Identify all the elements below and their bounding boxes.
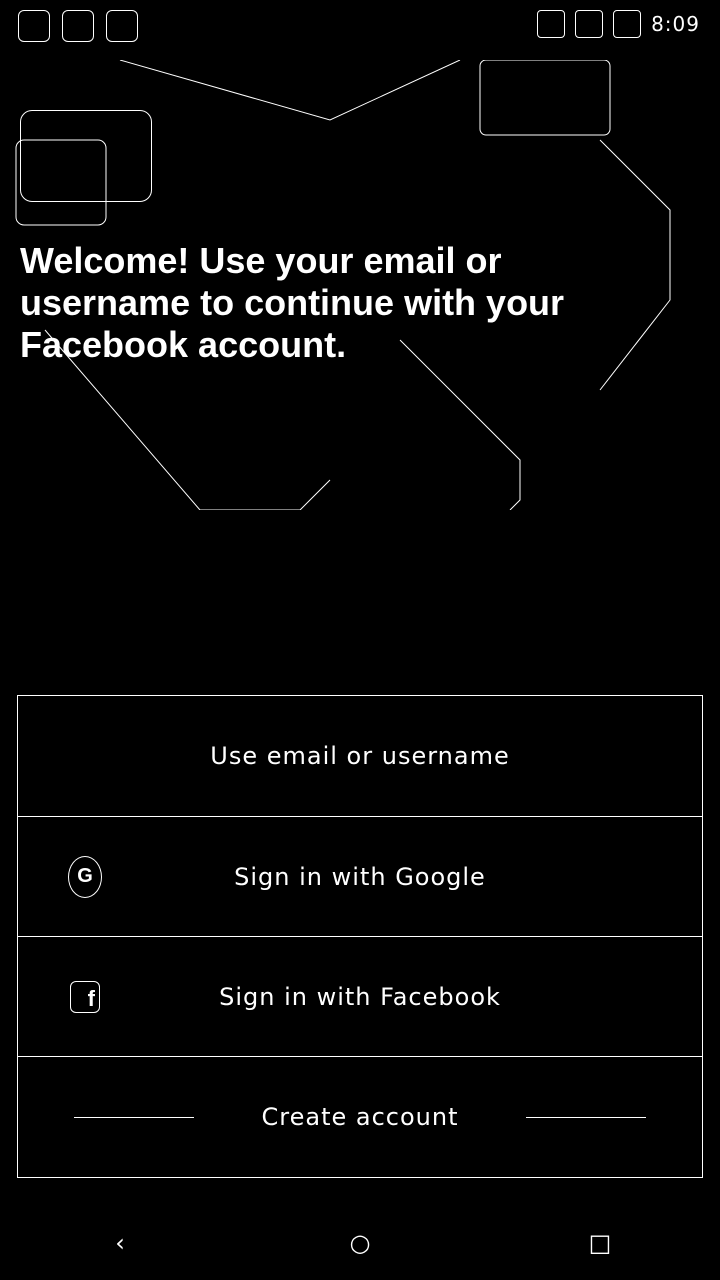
google-icon (68, 855, 102, 898)
email-login-label: Use email or username (210, 742, 510, 770)
status-bar: 8:09 (0, 0, 720, 50)
recents-icon[interactable]: □ (580, 1223, 620, 1263)
notification-icons (18, 10, 138, 42)
notification-icon (106, 10, 138, 42)
divider-left (74, 1117, 194, 1118)
status-time: 8:09 (651, 12, 700, 36)
login-options: Use email or username Sign in with Googl… (17, 695, 703, 1178)
signal-icon (537, 10, 566, 38)
status-right: 8:09 (537, 10, 700, 38)
hero-section: Welcome! Use your email or username to c… (0, 60, 720, 510)
google-login-button[interactable]: Sign in with Google (18, 817, 702, 937)
notification-icon (18, 10, 50, 42)
battery-icon (613, 10, 642, 38)
home-icon[interactable]: ○ (340, 1223, 380, 1263)
divider-right (526, 1117, 646, 1118)
notification-icon (62, 10, 94, 42)
facebook-login-button[interactable]: Sign in with Facebook (18, 937, 702, 1057)
system-nav-bar: ‹ ○ □ (0, 1205, 720, 1280)
app-logo (20, 110, 152, 202)
back-icon[interactable]: ‹ (100, 1223, 140, 1263)
google-login-label: Sign in with Google (234, 862, 486, 891)
wifi-icon (575, 10, 604, 38)
facebook-login-label: Sign in with Facebook (219, 982, 501, 1011)
create-account-label: Create account (261, 1103, 459, 1131)
email-login-button[interactable]: Use email or username (18, 696, 702, 817)
welcome-headline: Welcome! Use your email or username to c… (20, 240, 565, 365)
create-account-button[interactable]: Create account (18, 1057, 702, 1177)
facebook-icon (68, 980, 102, 1014)
